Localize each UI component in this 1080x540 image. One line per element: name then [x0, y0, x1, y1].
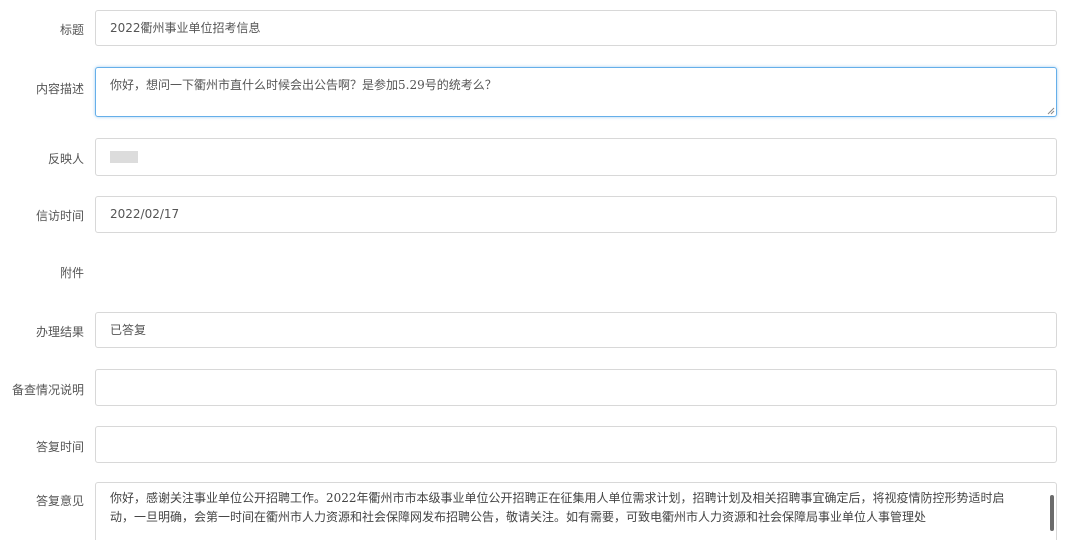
result-label: 办理结果: [35, 325, 84, 339]
attachment-row: 附件: [0, 260, 1080, 280]
redacted-name-block: [110, 150, 138, 163]
result-row: 办理结果 已答复: [0, 312, 1080, 348]
reply-time-field[interactable]: [95, 426, 1057, 463]
reporter-row: 反映人: [0, 138, 1080, 176]
visit-time-field[interactable]: 2022/02/17: [95, 196, 1057, 233]
attachment-label: 附件: [59, 266, 84, 280]
title-label: 标题: [59, 23, 84, 37]
description-label: 内容描述: [35, 82, 84, 96]
record-note-field[interactable]: [95, 369, 1057, 406]
title-row: 标题 2022衢州事业单位招考信息: [0, 10, 1080, 46]
reporter-label: 反映人: [47, 152, 84, 166]
visit-time-row: 信访时间 2022/02/17: [0, 196, 1080, 233]
reporter-field[interactable]: [95, 138, 1057, 176]
description-textarea[interactable]: 你好，想问一下衢州市直什么时候会出公告啊？是参加5.29号的统考么？: [95, 67, 1057, 117]
reply-opinion-row: 答复意见 你好，感谢关注事业单位公开招聘工作。2022年衢州市市本级事业单位公开…: [0, 482, 1080, 540]
visit-time-label: 信访时间: [35, 209, 84, 223]
reply-opinion-label: 答复意见: [35, 494, 84, 508]
reply-time-label: 答复时间: [35, 440, 84, 454]
description-row: 内容描述 你好，想问一下衢州市直什么时候会出公告啊？是参加5.29号的统考么？: [0, 67, 1080, 117]
title-field[interactable]: 2022衢州事业单位招考信息: [95, 10, 1057, 46]
resize-grip-icon[interactable]: [1047, 107, 1055, 115]
reply-opinion-text: 你好，感谢关注事业单位公开招聘工作。2022年衢州市市本级事业单位公开招聘正在征…: [110, 491, 1005, 524]
record-note-row: 备查情况说明: [0, 369, 1080, 406]
reply-opinion-textarea[interactable]: 你好，感谢关注事业单位公开招聘工作。2022年衢州市市本级事业单位公开招聘正在征…: [95, 482, 1057, 540]
reply-opinion-scrollbar[interactable]: [1050, 495, 1054, 531]
petition-detail-form: 标题 2022衢州事业单位招考信息 内容描述 你好，想问一下衢州市直什么时候会出…: [0, 0, 1080, 540]
reply-time-row: 答复时间: [0, 426, 1080, 463]
description-text: 你好，想问一下衢州市直什么时候会出公告啊？是参加5.29号的统考么？: [110, 78, 497, 92]
record-note-label: 备查情况说明: [11, 383, 84, 397]
result-field[interactable]: 已答复: [95, 312, 1057, 348]
